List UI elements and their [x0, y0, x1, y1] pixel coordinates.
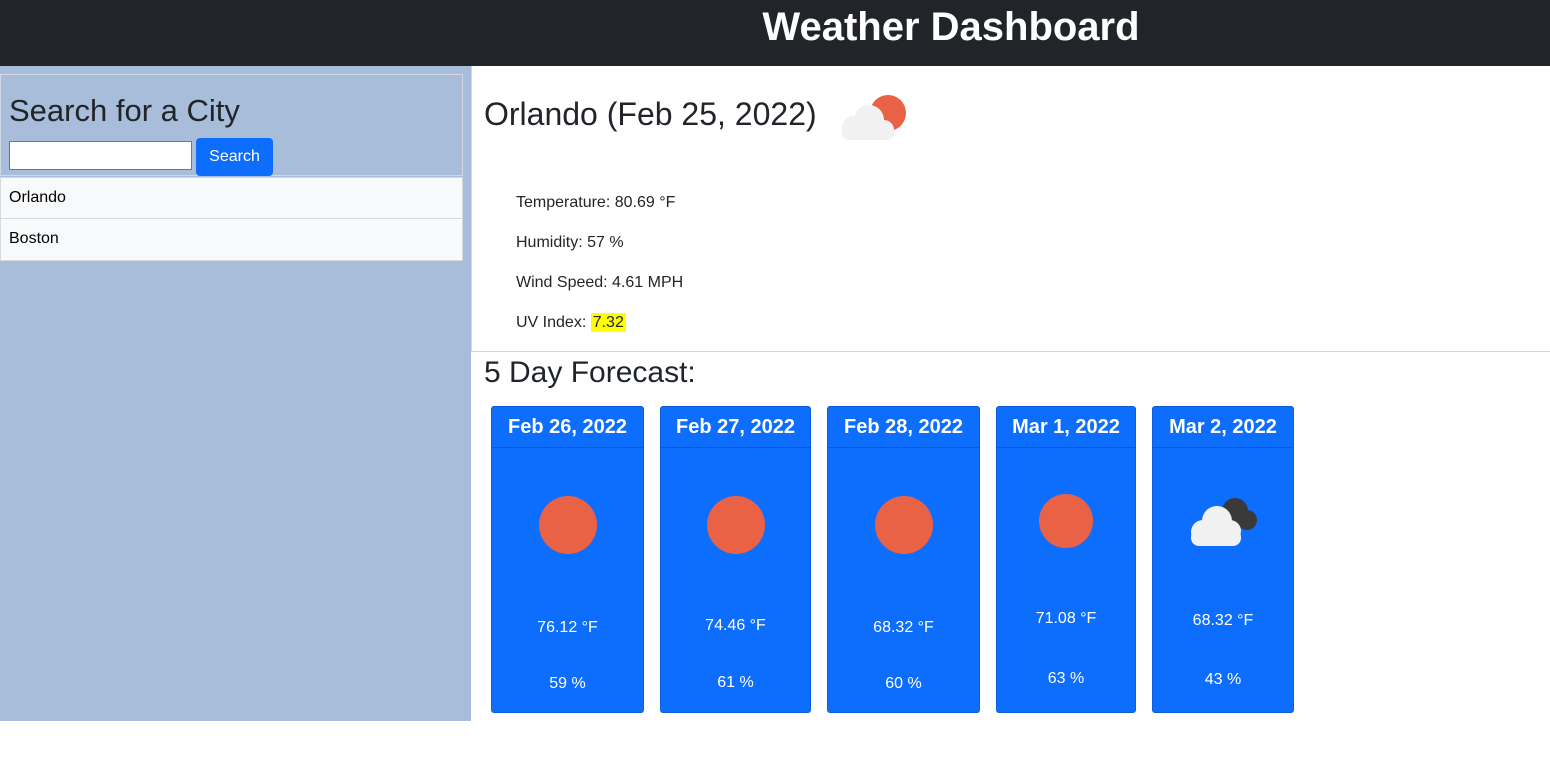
sidebar: Search for a City Search Orlando Boston — [0, 66, 471, 721]
top-bar: Weather Dashboard — [0, 0, 1550, 66]
current-humidity: Humidity: 57 % — [516, 234, 624, 251]
sun-behind-cloud-icon — [836, 90, 912, 150]
current-uv-index: UV Index: 7.32 — [516, 313, 626, 333]
forecast-date: Feb 27, 2022 — [661, 407, 810, 448]
forecast-date: Feb 28, 2022 — [828, 407, 979, 448]
forecast-humidity: 63 % — [1047, 670, 1085, 687]
search-button[interactable]: Search — [196, 138, 273, 176]
forecast-date: Mar 1, 2022 — [997, 407, 1135, 448]
forecast-humidity: 43 % — [1204, 671, 1242, 688]
sun-icon — [661, 487, 810, 567]
search-heading: Search for a City — [9, 93, 240, 128]
history-item-boston[interactable]: Boston — [0, 219, 463, 261]
forecast-card: Feb 28, 2022 68.32 °F 60 % — [827, 406, 980, 713]
current-temperature: Temperature: 80.69 °F — [516, 194, 676, 211]
current-weather-panel: Orlando (Feb 25, 2022) Temperature: 80.6… — [471, 66, 1550, 352]
sun-icon — [997, 487, 1135, 567]
forecast-card: Feb 27, 2022 74.46 °F 61 % — [660, 406, 811, 713]
forecast-temperature: 68.32 °F — [1192, 612, 1254, 629]
current-wind-speed: Wind Speed: 4.61 MPH — [516, 274, 684, 291]
search-history-list: Orlando Boston — [0, 177, 463, 261]
sun-icon — [828, 487, 979, 567]
history-item-orlando[interactable]: Orlando — [0, 177, 463, 219]
uv-index-label: UV Index: — [516, 314, 591, 331]
forecast-humidity: 60 % — [885, 675, 922, 692]
forecast-date: Feb 26, 2022 — [492, 407, 643, 448]
city-search-input[interactable] — [9, 141, 192, 170]
forecast-card: Feb 26, 2022 76.12 °F 59 % — [491, 406, 644, 713]
search-panel: Search for a City Search — [0, 74, 463, 176]
forecast-title: 5 Day Forecast: — [484, 356, 696, 389]
forecast-humidity: 59 % — [549, 675, 586, 692]
forecast-humidity: 61 % — [717, 674, 754, 691]
current-city-title: Orlando (Feb 25, 2022) — [484, 96, 817, 132]
uv-index-badge: 7.32 — [590, 313, 626, 332]
clouds-icon — [1153, 487, 1293, 567]
forecast-temperature: 71.08 °F — [1035, 610, 1097, 627]
app-title: Weather Dashboard — [762, 5, 1140, 49]
forecast-card: Mar 2, 2022 68.32 °F 43 % — [1152, 406, 1294, 713]
forecast-card: Mar 1, 2022 71.08 °F 63 % — [996, 406, 1136, 713]
forecast-temperature: 74.46 °F — [705, 617, 766, 634]
forecast-temperature: 68.32 °F — [873, 619, 934, 636]
forecast-temperature: 76.12 °F — [537, 619, 598, 636]
forecast-date: Mar 2, 2022 — [1153, 407, 1293, 448]
sun-icon — [492, 487, 643, 567]
